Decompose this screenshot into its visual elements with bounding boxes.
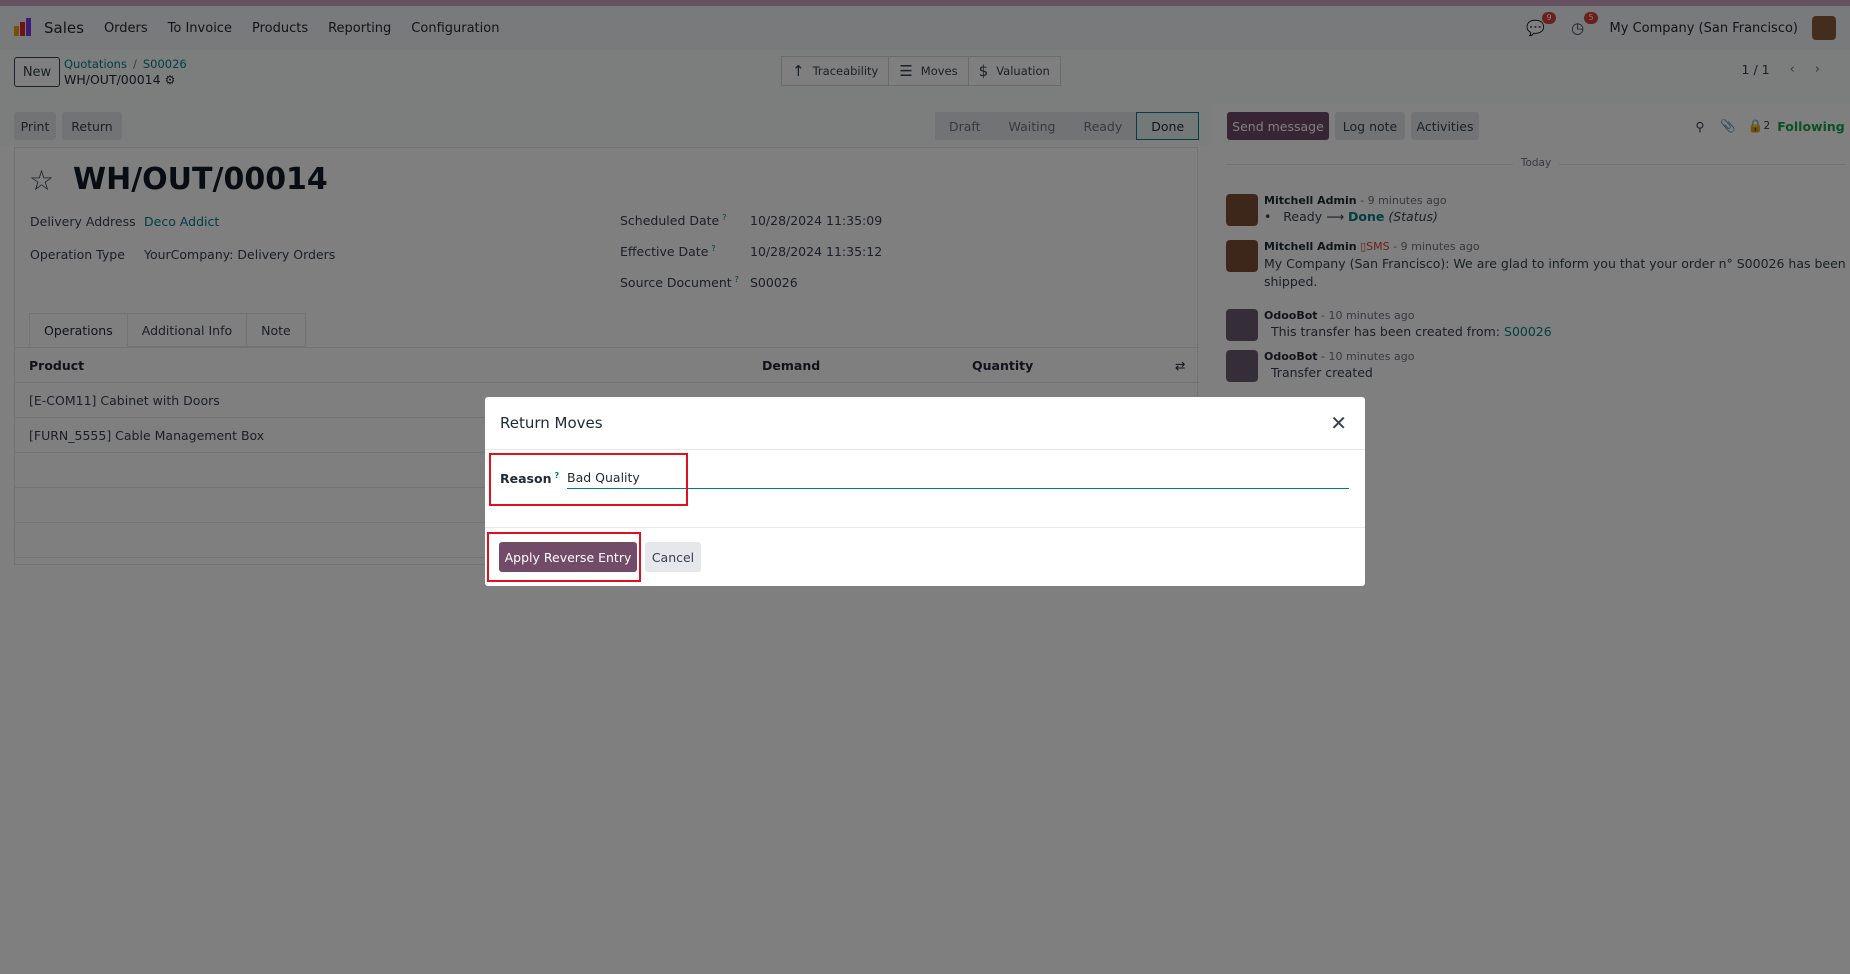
highlight-apply-box [487,532,641,582]
dialog-title: Return Moves [500,414,603,432]
dialog-header: Return Moves ✕ [485,397,1365,450]
cancel-button[interactable]: Cancel [645,542,701,572]
highlight-reason-box [489,453,688,506]
close-icon[interactable]: ✕ [1330,411,1347,435]
